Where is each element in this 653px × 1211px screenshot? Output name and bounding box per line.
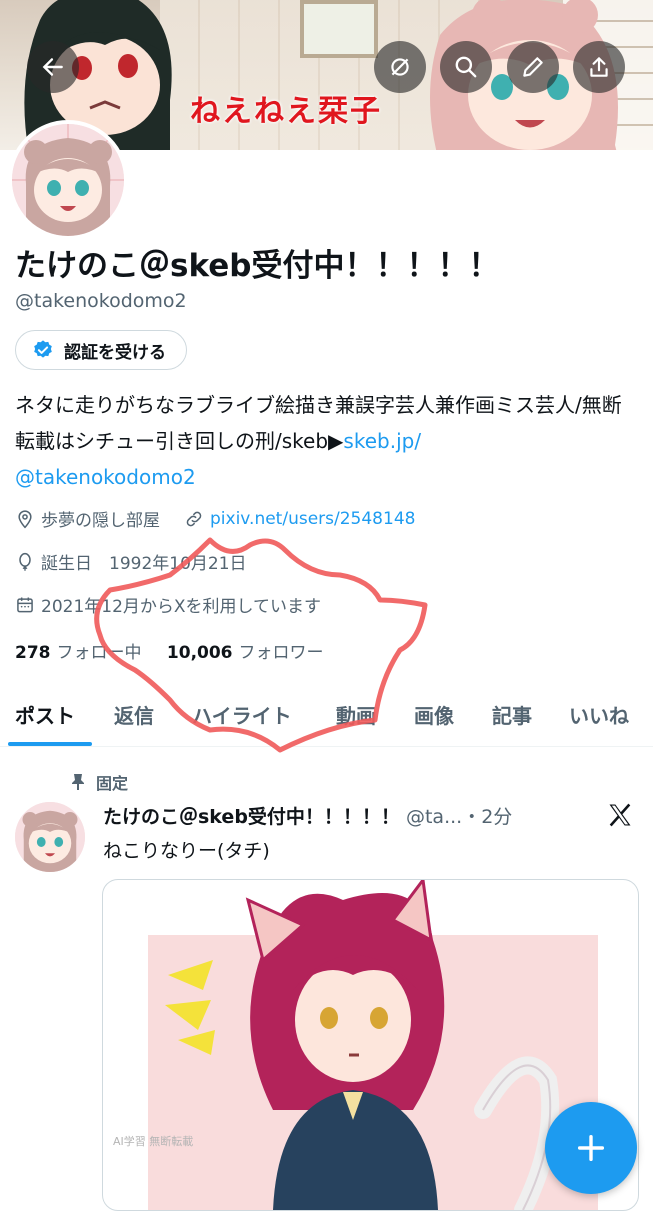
display-name: たけのこ＠skeb受付中！！！！！ bbox=[15, 248, 500, 284]
joined-text: 2021年12月からXを利用しています bbox=[41, 597, 322, 617]
edit-button[interactable] bbox=[507, 41, 559, 93]
bio-text: ネタに走りがちなラブライブ絵描き兼誤字芸人兼作画ミス芸人/無断転載はシチュー引き… bbox=[15, 393, 622, 453]
location-pin-icon bbox=[18, 509, 32, 528]
profile-handle: @takenokodomo2 bbox=[15, 290, 187, 312]
compose-post-button[interactable] bbox=[545, 1102, 637, 1194]
avatar-illustration bbox=[12, 124, 124, 236]
mute-button[interactable] bbox=[374, 41, 426, 93]
tab-replies[interactable]: 返信 bbox=[114, 700, 154, 729]
post-header: たけのこ＠skeb受付中！！！！！ @ta...・2分 bbox=[103, 802, 512, 829]
pinned-label: 固定 bbox=[96, 774, 129, 793]
pinned-indicator: 固定 bbox=[70, 770, 128, 794]
following-link[interactable]: 278 フォロー中 bbox=[15, 643, 142, 663]
x-logo-icon bbox=[609, 803, 631, 827]
link-icon bbox=[186, 511, 202, 526]
share-button[interactable] bbox=[573, 41, 625, 93]
birthday-text: 誕生日 1992年10月21日 bbox=[41, 554, 247, 574]
follow-stats: 278 フォロー中 10,006 フォロワー bbox=[15, 638, 324, 663]
following-count: 278 bbox=[15, 643, 51, 663]
post-author-avatar[interactable] bbox=[15, 802, 85, 872]
birthday-row: 誕生日 1992年10月21日 bbox=[15, 549, 247, 574]
verify-label: 認証を受ける bbox=[64, 342, 166, 363]
followers-link[interactable]: 10,006 フォロワー bbox=[167, 643, 324, 663]
followers-count: 10,006 bbox=[166, 643, 233, 663]
balloon-icon bbox=[19, 552, 31, 571]
following-label: フォロー中 bbox=[56, 643, 142, 663]
followers-label: フォロワー bbox=[238, 643, 324, 663]
banner-picture-frame bbox=[300, 0, 378, 58]
plus-icon bbox=[577, 1134, 605, 1162]
profile-bio: ネタに走りがちなラブライブ絵描き兼誤字芸人兼作画ミス芸人/無断転載はシチュー引き… bbox=[15, 387, 635, 495]
back-button[interactable] bbox=[27, 41, 79, 93]
tab-articles[interactable]: 記事 bbox=[492, 700, 532, 729]
bio-link[interactable]: skeb.jp/ bbox=[343, 429, 421, 453]
joined-row: 2021年12月からXを利用しています bbox=[15, 592, 321, 617]
location-row: 歩夢の隠し部屋 pixiv.net/users/2548148 bbox=[15, 506, 415, 531]
website-link[interactable]: pixiv.net/users/2548148 bbox=[210, 509, 415, 529]
tab-images[interactable]: 画像 bbox=[414, 700, 454, 729]
location-text: 歩夢の隠し部屋 bbox=[41, 511, 160, 531]
post-handle-time[interactable]: @ta...・2分 bbox=[406, 806, 512, 828]
verified-badge-icon bbox=[34, 340, 52, 358]
tab-posts[interactable]: ポスト bbox=[15, 700, 75, 729]
tab-likes[interactable]: いいね bbox=[569, 700, 629, 729]
search-icon bbox=[455, 56, 477, 78]
eye-slash-icon bbox=[391, 58, 409, 76]
post-author-name[interactable]: たけのこ＠skeb受付中！！！！！ bbox=[103, 806, 400, 828]
bio-mention[interactable]: @takenokodomo2 bbox=[15, 465, 196, 489]
profile-tabs: ポスト 返信 ハイライト 動画 画像 記事 いいね bbox=[0, 690, 653, 747]
image-watermark: AI学習 無断転載 bbox=[113, 1134, 193, 1148]
active-tab-indicator bbox=[8, 742, 92, 746]
post-text: ねこりなりー(タチ) bbox=[103, 840, 270, 862]
profile-avatar[interactable] bbox=[8, 120, 128, 240]
avatar-illustration-small bbox=[15, 802, 85, 872]
pin-icon bbox=[72, 774, 84, 790]
arrow-left-icon bbox=[42, 58, 63, 76]
share-icon bbox=[590, 57, 608, 77]
tab-videos[interactable]: 動画 bbox=[336, 700, 376, 729]
search-button[interactable] bbox=[440, 41, 492, 93]
get-verified-button[interactable]: 認証を受ける bbox=[15, 330, 187, 370]
pen-icon bbox=[523, 57, 543, 77]
calendar-icon bbox=[17, 597, 33, 612]
tab-highlights[interactable]: ハイライト bbox=[192, 700, 292, 729]
banner-title: ねえねえ栞子 bbox=[190, 94, 382, 129]
